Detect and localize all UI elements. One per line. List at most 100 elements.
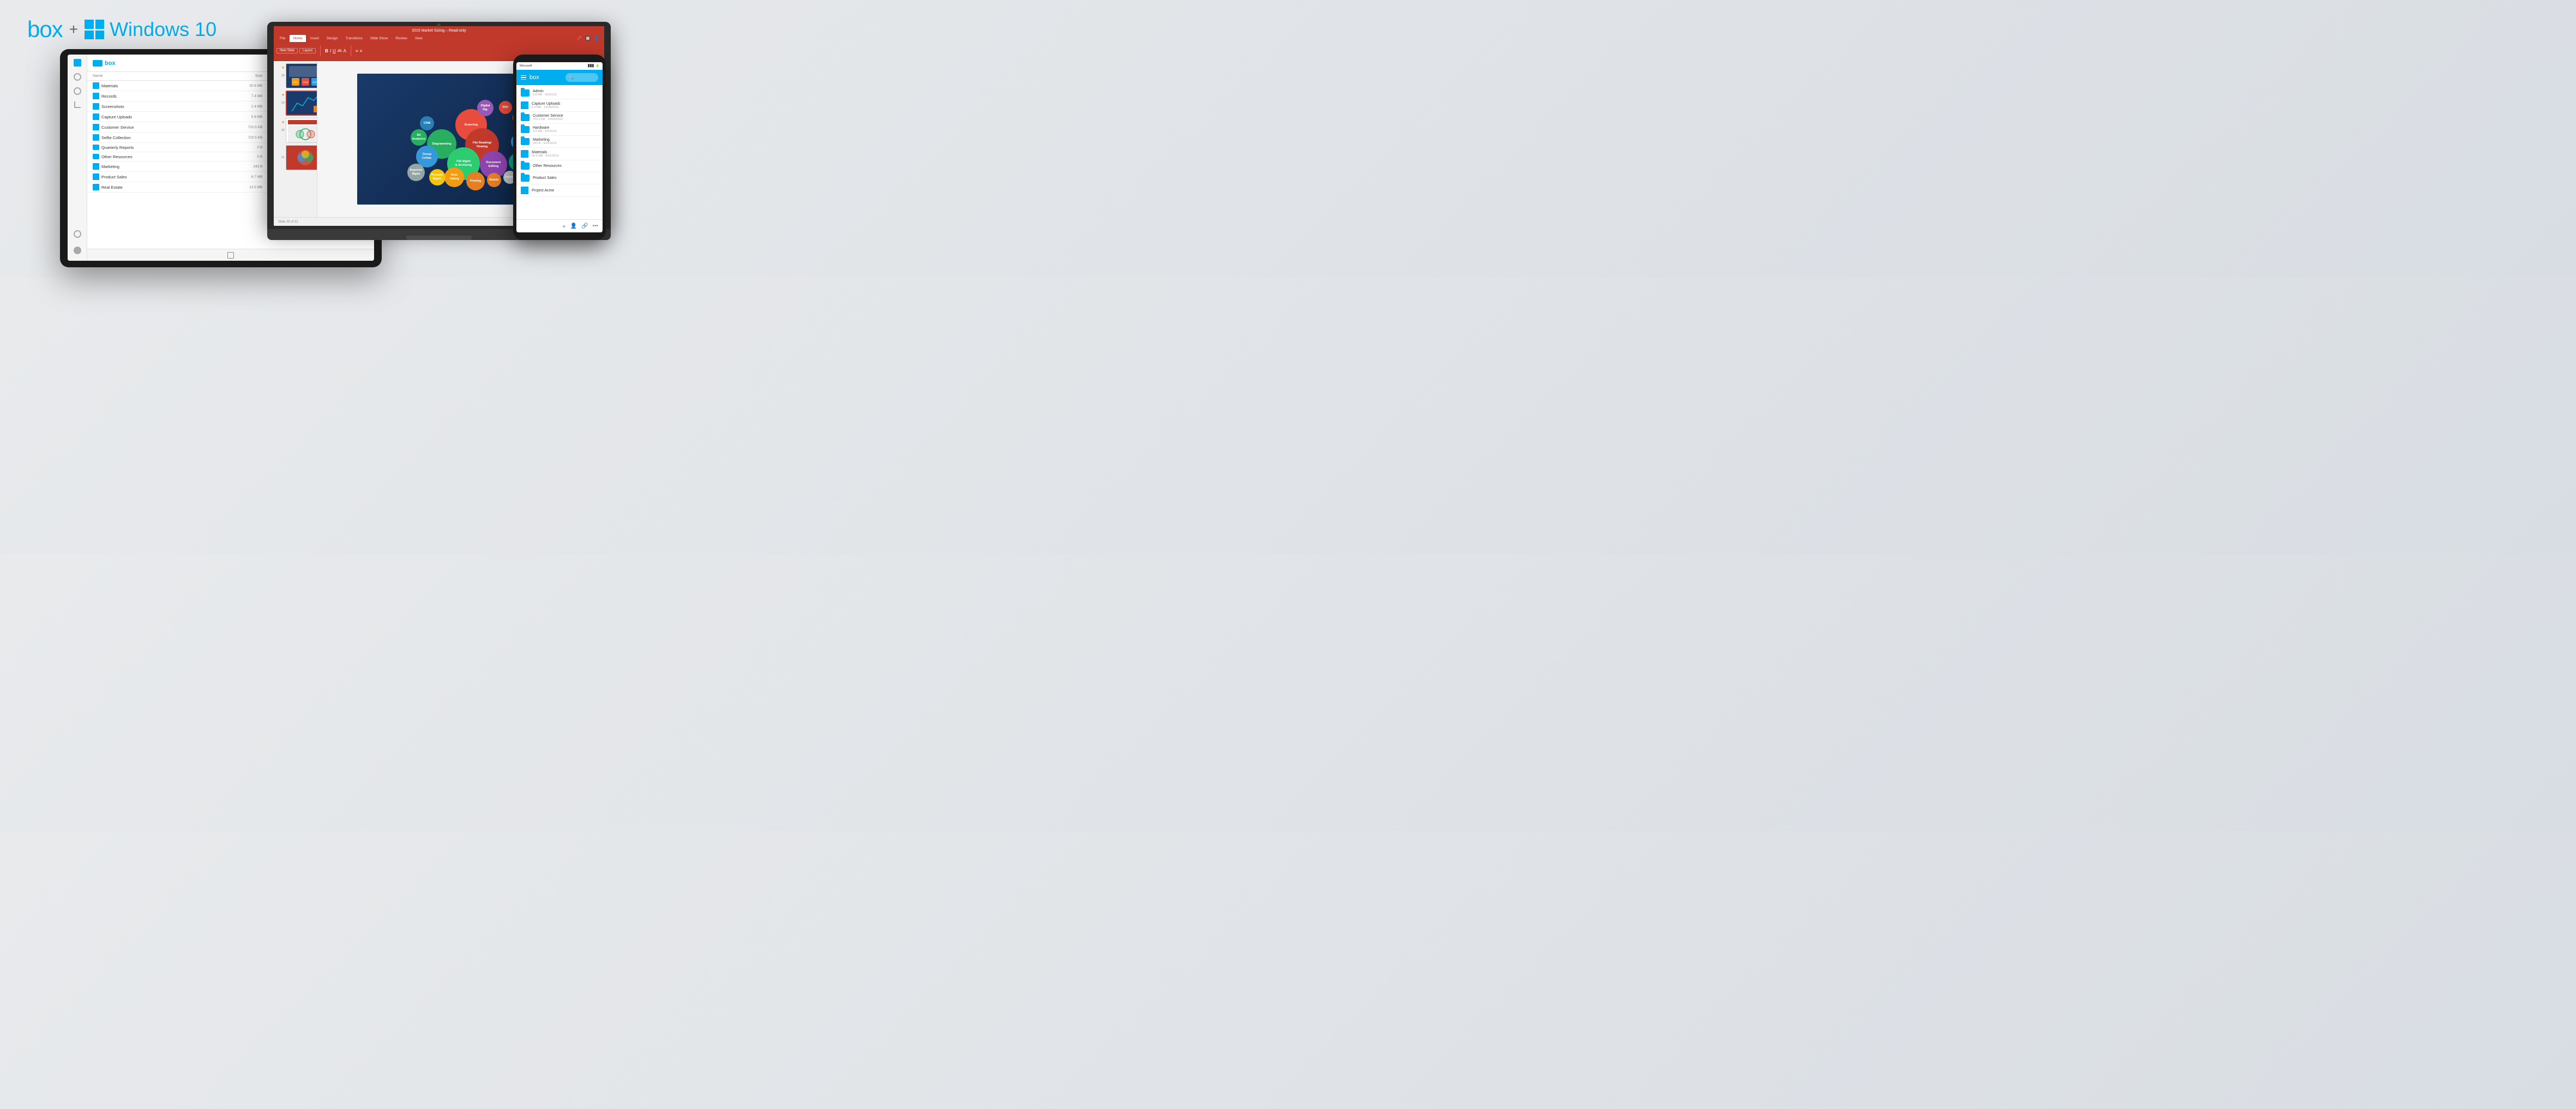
- phone-menu-icon[interactable]: [521, 75, 526, 80]
- person-icon[interactable]: 👤: [594, 36, 599, 41]
- phone-item-name: Admin: [533, 89, 598, 93]
- slide-count-label: Slide 29 of 31: [278, 220, 298, 224]
- phone-item-info: Hardware 4.0 MB · 9/5/2015: [533, 126, 598, 133]
- phone-battery-icon: 🔋: [596, 64, 599, 68]
- tab-review[interactable]: Review: [392, 35, 410, 42]
- phone-status-icons: ▊▊▊ 🔋: [588, 64, 599, 68]
- phone-search-bar[interactable]: 🔍: [565, 73, 598, 82]
- bubble-digital-sig: DigitalSig.: [477, 100, 493, 116]
- powerpoint-titlebar: 2015 Market Sizing – Read-only: [274, 26, 604, 35]
- ribbon-list-group: ≡ ≡: [356, 49, 362, 53]
- slide-thumbnail-31[interactable]: [286, 145, 317, 170]
- tablet-brand-label: box: [105, 60, 116, 67]
- slide-star-29: ★: [281, 93, 285, 97]
- phone-item-name: Materials: [532, 151, 598, 154]
- tablet-sidebar-search-icon[interactable]: [74, 230, 81, 238]
- col-size-header: Size: [220, 74, 263, 78]
- restore-icon[interactable]: 🔲: [585, 36, 591, 41]
- tablet-sidebar: [68, 55, 87, 261]
- laptop-camera: [437, 23, 441, 27]
- tablet-sidebar-folder-icon[interactable]: [74, 59, 81, 67]
- slide-thumbnail-30[interactable]: [286, 118, 317, 143]
- phone-item-name: Capture Uploads: [532, 102, 598, 106]
- phone-link-icon[interactable]: 🔗: [581, 223, 588, 229]
- windows-home-button[interactable]: [227, 252, 234, 259]
- phone-more-icon[interactable]: •••: [592, 223, 598, 229]
- list-item[interactable]: Capture Uploads 5.9 MB · 10/28/2015: [516, 99, 603, 112]
- phone-file-icon: [521, 150, 528, 158]
- ribbon-text-group: B I U ab A: [325, 49, 346, 53]
- phone-item-info: Product Sales: [533, 176, 598, 180]
- phone-item-meta: 30.6 MB · 9/21/2015: [532, 154, 598, 158]
- list-item[interactable]: Other Resources: [516, 160, 603, 172]
- tab-file[interactable]: File: [276, 35, 288, 42]
- new-slide-btn[interactable]: New Slide: [276, 48, 298, 53]
- phone-folder-icon: [521, 163, 529, 170]
- slide-thumbnail-28[interactable]: 21K+ 700M 500+: [286, 63, 317, 88]
- slide-thumb-29[interactable]: 29 ★: [286, 91, 315, 116]
- list-item[interactable]: Hardware 4.0 MB · 9/5/2015: [516, 124, 603, 136]
- tablet-sidebar-globe-icon[interactable]: [74, 87, 81, 95]
- list-item[interactable]: Project Acme: [516, 184, 603, 197]
- phone-search-container: 🔍: [565, 73, 598, 82]
- phone-file-icon: [521, 101, 528, 109]
- slide-thumb-30[interactable]: 30 ★: [286, 118, 315, 143]
- bullet-list-icon[interactable]: ≡: [356, 49, 358, 53]
- bold-icon[interactable]: B: [325, 49, 328, 53]
- list-item[interactable]: Marketing 243 B · 9/21/2015: [516, 136, 603, 148]
- underline-icon[interactable]: U: [333, 49, 336, 53]
- tab-design[interactable]: Design: [323, 35, 341, 42]
- list-item[interactable]: Materials 30.6 MB · 9/21/2015: [516, 148, 603, 160]
- tab-view[interactable]: View: [412, 35, 426, 42]
- font-color-icon[interactable]: A: [344, 49, 346, 53]
- tab-transitions[interactable]: Transitions: [342, 35, 366, 42]
- phone-search-icon: 🔍: [569, 75, 574, 80]
- phone-item-name: Project Acme: [532, 189, 598, 193]
- phone-device: Microsoft ▊▊▊ 🔋 box 🔍 Adm: [513, 55, 606, 240]
- tab-insert[interactable]: Insert: [307, 35, 322, 42]
- phone-file-list: Admin 5.8 MB · 9/5/2015 Capture Uploads …: [516, 85, 603, 219]
- list-item[interactable]: Admin 5.8 MB · 9/5/2015: [516, 87, 603, 99]
- box-logo-text: box: [27, 16, 63, 43]
- list-item[interactable]: Customer Service 720.5 KB · 10/20/2015: [516, 112, 603, 124]
- numbered-list-icon[interactable]: ≡: [360, 49, 363, 53]
- phone-people-icon[interactable]: 👤: [570, 223, 577, 229]
- bubble-pdf: PDF: [499, 101, 512, 114]
- slide-thumb-28[interactable]: 28 ★ 21K+ 700M 500+: [286, 63, 315, 88]
- tablet-sidebar-transfer-icon[interactable]: [74, 101, 81, 108]
- phone-add-icon[interactable]: +: [562, 223, 566, 230]
- phone-folder-icon: [521, 89, 529, 97]
- tab-home[interactable]: Home: [290, 35, 305, 42]
- pin-icon[interactable]: 📌: [576, 36, 582, 41]
- phone-item-meta: 5.9 MB · 10/28/2015: [532, 106, 598, 109]
- windows-logo-container: Windows 10: [85, 18, 216, 41]
- slide-thumb-31[interactable]: 31: [286, 145, 315, 170]
- strikethrough-icon[interactable]: ab: [338, 49, 342, 53]
- list-item[interactable]: Product Sales: [516, 172, 603, 184]
- phone-item-name: Product Sales: [533, 176, 598, 180]
- italic-icon[interactable]: I: [330, 49, 331, 53]
- tablet-sidebar-settings-icon[interactable]: [74, 247, 81, 254]
- phone-item-info: Admin 5.8 MB · 9/5/2015: [533, 89, 598, 97]
- bubble-present: Present.Mgmt.: [429, 169, 446, 185]
- phone-screen: Microsoft ▊▊▊ 🔋 box 🔍 Adm: [516, 62, 603, 232]
- slide-number-30: 30: [277, 129, 285, 132]
- phone-folder-icon: [521, 114, 529, 121]
- tablet-sidebar-recent-icon[interactable]: [74, 73, 81, 81]
- windows-icon: [85, 20, 104, 39]
- slide-thumbnail-29[interactable]: [286, 91, 317, 116]
- phone-brand-label: box: [529, 74, 539, 81]
- tab-slideshow[interactable]: Slide Show: [367, 35, 392, 42]
- bubble-expense: ExpenseMgmt: [407, 164, 425, 181]
- phone-item-info: Materials 30.6 MB · 9/21/2015: [532, 151, 598, 158]
- slide-number-31: 31: [277, 156, 285, 159]
- ribbon-tabs-row: File Home Insert Design Transitions Slid…: [274, 35, 604, 42]
- windows10-text: Windows 10: [110, 18, 216, 41]
- phone-item-name: Hardware: [533, 126, 598, 130]
- ribbon-slide-group: New Slide Layout: [276, 48, 316, 53]
- ribbon-right-icons: 📌 🔲 👤: [576, 35, 601, 42]
- phone-item-info: Capture Uploads 5.9 MB · 10/28/2015: [532, 102, 598, 109]
- phone-signal-icon: ▊▊▊: [588, 64, 594, 68]
- phone-item-meta: 720.5 KB · 10/20/2015: [533, 118, 598, 121]
- layout-btn[interactable]: Layout: [299, 48, 316, 53]
